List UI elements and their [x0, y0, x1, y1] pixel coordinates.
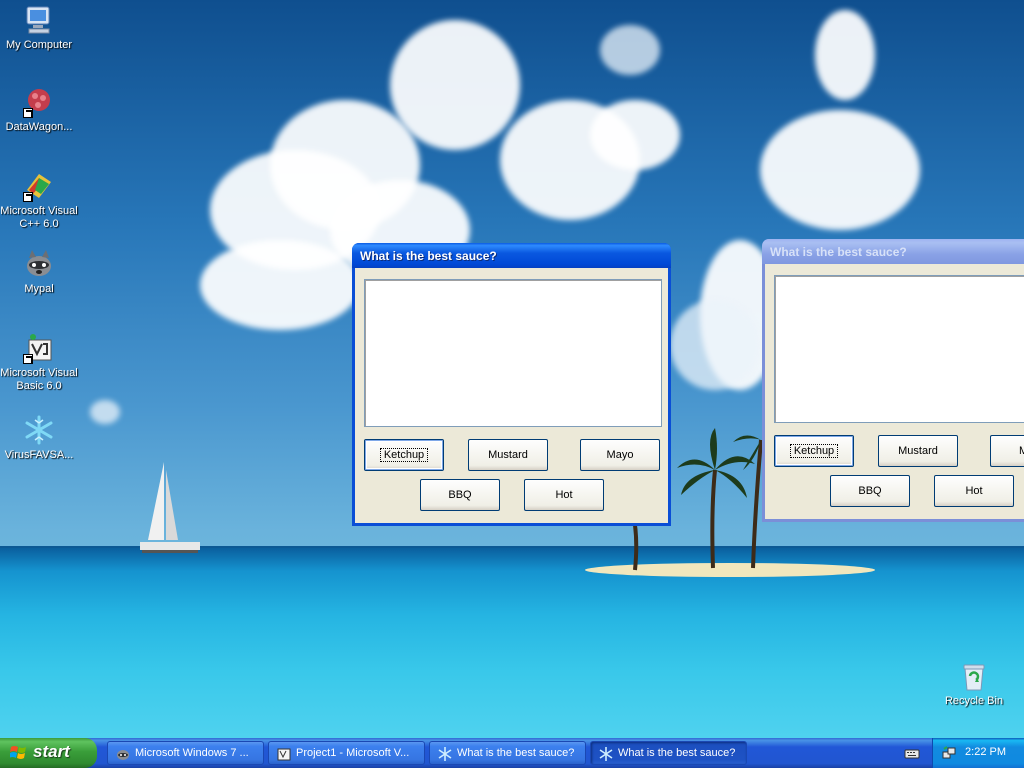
desktop-icon-label: Mypal	[24, 283, 54, 295]
datawagon-icon	[23, 86, 55, 118]
mayo-button[interactable]: Mayo	[580, 439, 660, 471]
mustard-button[interactable]: Mustard	[878, 435, 958, 467]
desktop-icon-datawagon[interactable]: DataWagon...	[0, 86, 78, 134]
window-title[interactable]: What is the best sauce?	[352, 243, 671, 268]
desktop-icon-virusfavsa[interactable]: VirusFAVSA...	[0, 414, 78, 462]
desktop-icon-label: DataWagon...	[5, 121, 73, 133]
desktop-icon-label: Recycle Bin	[944, 695, 1004, 707]
cloud	[90, 400, 120, 424]
cloud	[670, 300, 760, 390]
cloud	[590, 100, 680, 170]
visual-cpp-icon	[23, 170, 55, 202]
task-label: Microsoft Windows 7 ...	[135, 747, 249, 759]
shortcut-arrow-icon	[23, 354, 33, 364]
button-label: Mustard	[898, 445, 938, 457]
system-tray: 2:22 PM	[932, 738, 1024, 768]
task-label: Project1 - Microsoft V...	[296, 747, 410, 759]
button-label: Hot	[965, 485, 983, 497]
taskbar-item-sauce-2[interactable]: What is the best sauce?	[590, 741, 747, 765]
button-label: Hot	[555, 489, 573, 501]
button-label: M	[1019, 445, 1024, 457]
taskbar-item-windows7[interactable]: Microsoft Windows 7 ...	[107, 741, 264, 765]
cloud	[200, 240, 360, 330]
cloud	[815, 10, 875, 100]
button-label: BBQ	[448, 489, 472, 501]
mayo-button[interactable]: M	[990, 435, 1024, 467]
network-icon[interactable]	[941, 745, 957, 761]
taskbar-item-sauce-1[interactable]: What is the best sauce?	[429, 741, 586, 765]
ketchup-button[interactable]: Ketchup	[774, 435, 854, 467]
start-label: start	[33, 742, 70, 761]
sauce-window-active[interactable]: What is the best sauce? Ketchup Mustard …	[352, 243, 671, 526]
shortcut-arrow-icon	[23, 108, 33, 118]
desktop-icon-label: Microsoft Visual Basic 6.0	[0, 367, 78, 392]
hot-button[interactable]: Hot	[934, 475, 1014, 507]
button-label: Ketchup	[789, 444, 839, 458]
cloud	[760, 110, 920, 230]
button-label: Mayo	[606, 449, 634, 461]
ketchup-button[interactable]: Ketchup	[364, 439, 444, 471]
keyboard-icon[interactable]	[904, 745, 920, 761]
output-textbox[interactable]	[774, 275, 1024, 423]
bbq-button[interactable]: BBQ	[830, 475, 910, 507]
visual-basic-icon	[23, 332, 55, 364]
sauce-window-inactive[interactable]: What is the best sauce? Ketchup Mustard …	[762, 239, 1024, 522]
raccoon-icon	[117, 750, 129, 760]
desktop-icon-mypal[interactable]: Mypal	[0, 248, 78, 296]
bbq-button[interactable]: BBQ	[420, 479, 500, 511]
desktop-icon-my-computer[interactable]: My Computer	[0, 4, 78, 52]
button-label: Mustard	[488, 449, 528, 461]
task-label: What is the best sauce?	[457, 747, 575, 759]
raccoon-icon	[23, 248, 55, 280]
sea	[0, 548, 1024, 738]
window-client-area: Ketchup Mustard M BBQ Hot	[765, 264, 1024, 519]
window-title[interactable]: What is the best sauce?	[762, 239, 1024, 264]
desktop-icon-recycle-bin[interactable]: Recycle Bin	[935, 660, 1013, 708]
hot-button[interactable]: Hot	[524, 479, 604, 511]
output-textbox[interactable]	[364, 279, 662, 427]
window-client-area: Ketchup Mustard Mayo BBQ Hot	[355, 268, 668, 523]
clock[interactable]: 2:22 PM	[965, 746, 1006, 758]
desktop-icon-visual-cpp[interactable]: Microsoft Visual C++ 6.0	[0, 170, 78, 231]
cloud	[600, 25, 660, 75]
snowflake-icon	[438, 747, 452, 761]
task-label: What is the best sauce?	[618, 747, 736, 759]
desktop-icon-label: Microsoft Visual C++ 6.0	[0, 205, 78, 230]
sailboat-icon	[140, 462, 200, 553]
start-button[interactable]: start	[0, 738, 97, 768]
taskbar-item-project1[interactable]: Project1 - Microsoft V...	[268, 741, 425, 765]
snowflake-icon	[23, 414, 55, 446]
taskbar: start Microsoft Windows 7 ... Project1 -…	[0, 738, 1024, 768]
desktop-icon-label: My Computer	[5, 39, 73, 51]
shortcut-arrow-icon	[23, 192, 33, 202]
button-label: Ketchup	[379, 448, 429, 462]
computer-icon	[23, 4, 55, 36]
vb-icon	[277, 748, 291, 761]
button-label: BBQ	[858, 485, 882, 497]
recycle-bin-icon	[958, 660, 990, 692]
cloud	[390, 20, 520, 150]
desktop-icon-label: VirusFAVSA...	[4, 449, 74, 461]
mustard-button[interactable]: Mustard	[468, 439, 548, 471]
snowflake-icon	[599, 747, 613, 761]
desktop-icon-visual-basic[interactable]: Microsoft Visual Basic 6.0	[0, 332, 78, 393]
windows-logo-icon	[10, 746, 26, 759]
